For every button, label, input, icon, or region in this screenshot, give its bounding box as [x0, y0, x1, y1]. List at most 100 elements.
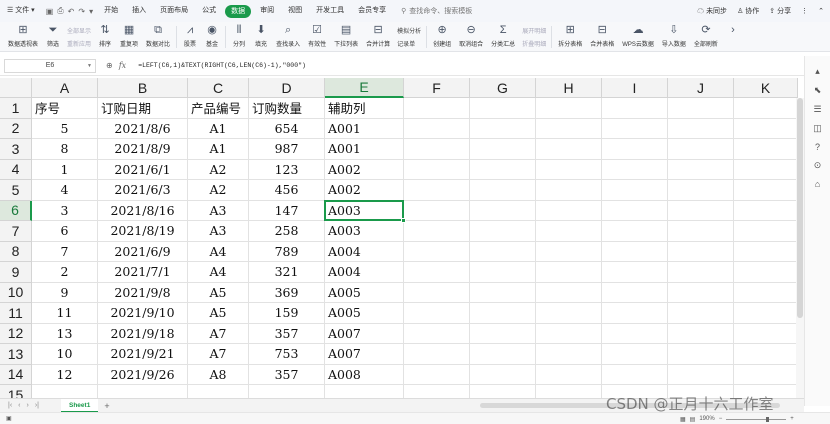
filter-button[interactable]: ⏷ 筛选: [42, 22, 64, 52]
row-header-7[interactable]: 7: [0, 221, 32, 242]
wps-cloud-data-button[interactable]: ☁ WPS云数据: [618, 22, 658, 52]
cell-f13[interactable]: [404, 344, 470, 365]
cell-e12[interactable]: A007: [325, 323, 404, 344]
cell-g6[interactable]: [470, 200, 536, 221]
cell-a1[interactable]: 序号: [32, 98, 98, 119]
cell-f5[interactable]: [404, 180, 470, 201]
consolidate-button[interactable]: ⊟ 合并计算: [362, 22, 394, 52]
cell-j10[interactable]: [668, 282, 734, 303]
cell-c6[interactable]: A3: [188, 200, 249, 221]
cell-h2[interactable]: [536, 118, 602, 139]
cell-g13[interactable]: [470, 344, 536, 365]
cell-i9[interactable]: [602, 262, 668, 283]
cell-g1[interactable]: [470, 98, 536, 119]
cell-c9[interactable]: A4: [188, 262, 249, 283]
cell-i12[interactable]: [602, 323, 668, 344]
cell-h11[interactable]: [536, 303, 602, 324]
tab-home[interactable]: 开始: [97, 0, 125, 22]
function-icon[interactable]: fx: [119, 61, 126, 70]
cell-g4[interactable]: [470, 159, 536, 180]
row-header-1[interactable]: 1: [0, 98, 32, 119]
cell-h5[interactable]: [536, 180, 602, 201]
cell-j1[interactable]: [668, 98, 734, 119]
cell-k3[interactable]: [734, 139, 798, 160]
column-header-k[interactable]: K: [734, 78, 798, 98]
cell-d1[interactable]: 订购数量: [249, 98, 325, 119]
import-data-button[interactable]: ⇩ 导入数据: [658, 22, 690, 52]
cell-k5[interactable]: [734, 180, 798, 201]
find-entry-button[interactable]: ⌕ 查找录入: [272, 22, 304, 52]
tab-review[interactable]: 审阅: [253, 0, 281, 22]
formula-input[interactable]: =LEFT(C6,1)&TEXT(RIGHT(C6,LEN(C6)-1),"00…: [138, 62, 306, 69]
cell-h3[interactable]: [536, 139, 602, 160]
cell-h4[interactable]: [536, 159, 602, 180]
zoom-level[interactable]: 190%: [699, 416, 714, 422]
cell-j8[interactable]: [668, 241, 734, 262]
show-all-button[interactable]: 全部显示: [67, 26, 91, 35]
row-header-14[interactable]: 14: [0, 364, 32, 385]
cell-j13[interactable]: [668, 344, 734, 365]
cell-k13[interactable]: [734, 344, 798, 365]
cell-k6[interactable]: [734, 200, 798, 221]
column-header-i[interactable]: I: [602, 78, 668, 98]
vertical-scrollbar[interactable]: [796, 98, 804, 398]
cell-i11[interactable]: [602, 303, 668, 324]
cell-d13[interactable]: 753: [249, 344, 325, 365]
cell-b4[interactable]: 2021/6/1: [98, 159, 188, 180]
sheet-tab-sheet1[interactable]: Sheet1: [61, 398, 99, 413]
cell-i6[interactable]: [602, 200, 668, 221]
row-header-12[interactable]: 12: [0, 323, 32, 344]
settings-sliders-icon[interactable]: ☰: [813, 104, 821, 115]
column-header-j[interactable]: J: [668, 78, 734, 98]
split-table-button[interactable]: ⊞ 拆分表格: [554, 22, 586, 52]
cell-f2[interactable]: [404, 118, 470, 139]
cell-g12[interactable]: [470, 323, 536, 344]
cell-b13[interactable]: 2021/9/21: [98, 344, 188, 365]
cell-e8[interactable]: A004: [325, 241, 404, 262]
cell-c4[interactable]: A2: [188, 159, 249, 180]
cell-d9[interactable]: 321: [249, 262, 325, 283]
cell-c12[interactable]: A7: [188, 323, 249, 344]
cell-d10[interactable]: 369: [249, 282, 325, 303]
cell-f12[interactable]: [404, 323, 470, 344]
cell-d7[interactable]: 258: [249, 221, 325, 242]
add-sheet-button[interactable]: +: [104, 401, 109, 411]
cell-g9[interactable]: [470, 262, 536, 283]
cell-h13[interactable]: [536, 344, 602, 365]
cell-k10[interactable]: [734, 282, 798, 303]
cell-i2[interactable]: [602, 118, 668, 139]
cell-c13[interactable]: A7: [188, 344, 249, 365]
chevron-down-icon[interactable]: ▾: [89, 7, 93, 16]
create-group-button[interactable]: ⊕ 创建组: [429, 22, 455, 52]
cell-b7[interactable]: 2021/8/19: [98, 221, 188, 242]
row-header-6[interactable]: 6: [0, 200, 32, 221]
row-header-2[interactable]: 2: [0, 118, 32, 139]
dropdown-list-button[interactable]: ▤ 下拉列表: [330, 22, 362, 52]
ribbon-scroll-right[interactable]: ›: [722, 22, 744, 52]
cell-c1[interactable]: 产品编号: [188, 98, 249, 119]
help-icon[interactable]: ?: [815, 142, 820, 152]
cell-b5[interactable]: 2021/6/3: [98, 180, 188, 201]
cell-b12[interactable]: 2021/9/18: [98, 323, 188, 344]
row-header-9[interactable]: 9: [0, 262, 32, 283]
cell-c2[interactable]: A1: [188, 118, 249, 139]
cell-f8[interactable]: [404, 241, 470, 262]
cell-b10[interactable]: 2021/9/8: [98, 282, 188, 303]
cell-g7[interactable]: [470, 221, 536, 242]
cell-j6[interactable]: [668, 200, 734, 221]
cell-a5[interactable]: 4: [32, 180, 98, 201]
cell-f7[interactable]: [404, 221, 470, 242]
cell-i3[interactable]: [602, 139, 668, 160]
cell-k1[interactable]: [734, 98, 798, 119]
stock-button[interactable]: ⩘ 股票: [179, 22, 201, 52]
cell-c11[interactable]: A5: [188, 303, 249, 324]
cell-b8[interactable]: 2021/6/9: [98, 241, 188, 262]
cell-e10[interactable]: A005: [325, 282, 404, 303]
cell-g3[interactable]: [470, 139, 536, 160]
last-sheet-icon[interactable]: ›|: [35, 402, 39, 409]
expand-detail-button[interactable]: 展开明细: [522, 26, 546, 35]
cell-e7[interactable]: A003: [325, 221, 404, 242]
cell-e3[interactable]: A001: [325, 139, 404, 160]
normal-view-icon[interactable]: ▦: [680, 416, 686, 423]
column-header-h[interactable]: H: [536, 78, 602, 98]
